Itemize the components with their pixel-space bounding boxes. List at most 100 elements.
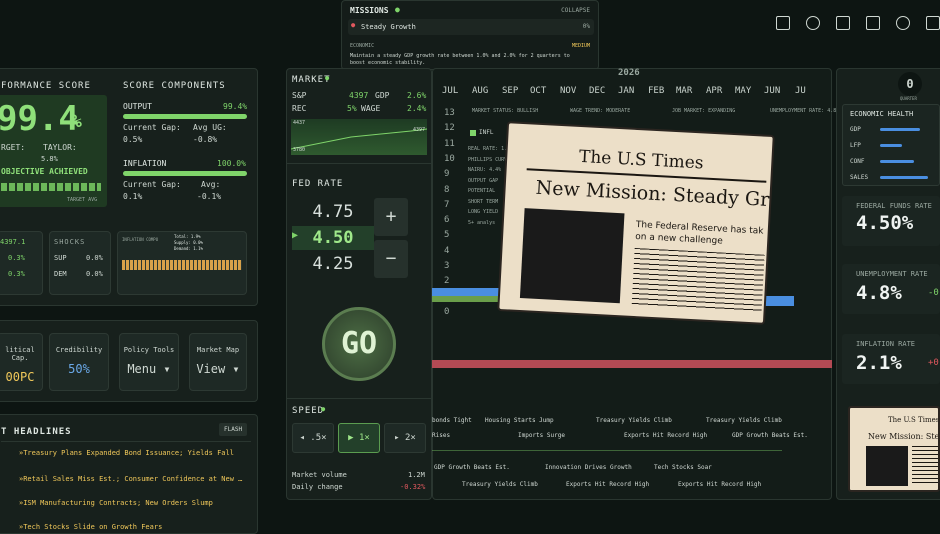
market-map-view[interactable]: View ▾	[190, 362, 246, 376]
rate-option-up[interactable]: 4.75	[292, 200, 374, 224]
credibility-tile[interactable]: Credibility 50%	[49, 333, 109, 391]
event-label: Housing Starts Jump	[485, 417, 554, 424]
inflation-avg-value: -0.1%	[197, 192, 222, 201]
team-icon[interactable]	[806, 16, 820, 30]
speed-1x-label: 1×	[359, 433, 370, 443]
infl-demand: Demand: 1.1%	[174, 246, 203, 251]
health-conf-label: CONF	[850, 158, 865, 165]
side-label: LONG YIELD	[468, 209, 499, 215]
inflation-bar	[123, 171, 247, 176]
headline-item[interactable]: »Treasury Plans Expanded Bond Issuance; …	[19, 449, 234, 457]
rate-increase-button[interactable]: +	[374, 198, 408, 236]
event-label: Treasury Yields Climb	[462, 481, 538, 488]
go-button[interactable]: GO	[322, 307, 396, 381]
speed-1x-button[interactable]: ▶ 1×	[338, 423, 380, 453]
wage-trend: WAGE TREND: MODERATE	[570, 108, 631, 114]
infl-legend: INFL	[479, 129, 494, 136]
side-label: 5+ analys	[468, 219, 496, 226]
inflation-rate-value: 2.1%	[856, 352, 902, 374]
political-capital-tile[interactable]: litical Cap. 00PC	[0, 333, 43, 391]
score-card: 99.4 % RGET: TAYLOR: 5.8% OBJECTIVE ACHI…	[0, 95, 107, 207]
tools-row: litical Cap. 00PC Credibility 50% Policy…	[0, 320, 258, 402]
inflation-rate-label: INFLATION RATE	[856, 340, 916, 348]
y-tick-label: 4	[444, 245, 450, 256]
shocks-title: SHOCKS	[54, 238, 86, 246]
inflation-gap-label: Current Gap:	[123, 180, 181, 189]
output-value: 99.4%	[223, 102, 248, 111]
speed-2x-button[interactable]: ▸ 2×	[384, 423, 426, 453]
health-sales-bar	[880, 176, 928, 179]
output-label: OUTPUT	[123, 102, 152, 111]
newspaper-photo	[519, 208, 625, 304]
credibility-value: 50%	[68, 362, 90, 376]
info-icon[interactable]	[896, 16, 910, 30]
infl-comp-bars	[122, 260, 242, 270]
event-label: Tech Stocks Soar	[654, 464, 712, 471]
rate-decrease-button[interactable]: −	[374, 240, 408, 278]
mini-newspaper[interactable]: The U.S Times New Mission: Stea	[848, 406, 940, 492]
rate-pointer-icon: ▶	[292, 230, 299, 241]
rate-option-down[interactable]: 4.25	[292, 252, 374, 276]
gdp-value: 2.6%	[407, 91, 427, 100]
y-tick-label: 9	[444, 169, 450, 180]
sp-last: 4397	[412, 127, 425, 133]
sp-sparkline: 4437 3780 4397	[290, 119, 428, 155]
month-label: APR	[706, 86, 723, 96]
wage-value: 2.4%	[407, 104, 427, 113]
mission-category: ECONOMIC	[350, 43, 375, 49]
chat-icon[interactable]	[776, 16, 790, 30]
flash-button[interactable]: FLASH	[219, 423, 248, 436]
output-avg-label: Avg UG:	[193, 123, 227, 132]
components-title: SCORE COMPONENTS	[123, 81, 226, 91]
clipboard-icon[interactable]	[836, 16, 850, 30]
dem-label: DEM	[54, 270, 67, 278]
gdp-series-tail	[762, 296, 794, 306]
y-tick-label: 8	[444, 184, 450, 195]
output-gap-value: 0.5%	[123, 135, 143, 144]
unemployment-readout: UNEMPLOYMENT RATE: 4.8	[770, 108, 837, 114]
headlines-panel: T HEADLINES FLASH »Treasury Plans Expand…	[0, 414, 258, 534]
infl-supply: Supply: 0.0%	[174, 240, 203, 245]
image-icon[interactable]	[926, 16, 940, 30]
sp-low: 3780	[293, 147, 306, 153]
market-map-tile[interactable]: Market Map View ▾	[189, 333, 247, 391]
side-label: POTENTIAL	[468, 188, 496, 194]
mini-newspaper-text	[912, 446, 938, 486]
collapse-button[interactable]: COLLAPSE	[561, 7, 590, 14]
rate-current[interactable]: 4.50	[292, 226, 374, 250]
inflation-avg-label: Avg:	[201, 180, 221, 189]
newspaper-popup[interactable]: The U.S Times New Mission: Steady Gro Th…	[497, 121, 775, 325]
mission-item[interactable]: ● Steady Growth 0%	[348, 19, 594, 35]
month-label: JUL	[442, 86, 459, 96]
headline-item[interactable]: »Tech Stocks Slide on Growth Fears	[19, 523, 162, 531]
speed-half-button[interactable]: ◂ .5×	[292, 423, 334, 453]
unemployment-value: 4.8%	[856, 282, 902, 304]
month-label: MAR	[676, 86, 693, 96]
volume-label: Market volume	[292, 471, 347, 479]
policy-tools-menu[interactable]: Menu ▾	[120, 362, 178, 376]
side-label: PHILLIPS CURVE	[468, 156, 511, 163]
mission-progress: 0%	[582, 23, 590, 30]
event-label: Rises	[432, 432, 451, 439]
shocks-card: SHOCKS SUP 0.0% DEM 0.0%	[49, 231, 111, 295]
headlines-title: T HEADLINES	[1, 427, 72, 437]
event-label: Exports Hit Record High	[624, 432, 708, 439]
political-capital-label: litical Cap.	[5, 346, 35, 362]
y-tick-label: 7	[444, 199, 450, 210]
headline-item[interactable]: »Retail Sales Miss Est.; Consumer Confid…	[19, 475, 242, 483]
policy-tools-tile[interactable]: Policy Tools Menu ▾	[119, 333, 179, 391]
inflation-gap-value: 0.1%	[123, 192, 143, 201]
newspaper-headline: New Mission: Steady Gro	[535, 176, 775, 212]
sp-high: 4437	[293, 120, 306, 126]
event-label: Imports Surge	[518, 432, 565, 439]
health-conf-bar	[880, 160, 914, 163]
inflation-label: INFLATION	[123, 159, 167, 168]
inflation-composition-card: INFLATION COMPO Total: 1.9% Supply: 0.0%…	[117, 231, 247, 295]
mini-newspaper-photo	[866, 446, 908, 486]
y-tick-label: 11	[444, 138, 455, 149]
status-dot-icon: ●	[395, 5, 400, 14]
taylor-label: TAYLOR:	[43, 143, 77, 152]
chart-icon[interactable]	[866, 16, 880, 30]
political-capital-value: 00PC	[5, 370, 35, 384]
headline-item[interactable]: »ISM Manufacturing Contracts; New Orders…	[19, 499, 213, 507]
